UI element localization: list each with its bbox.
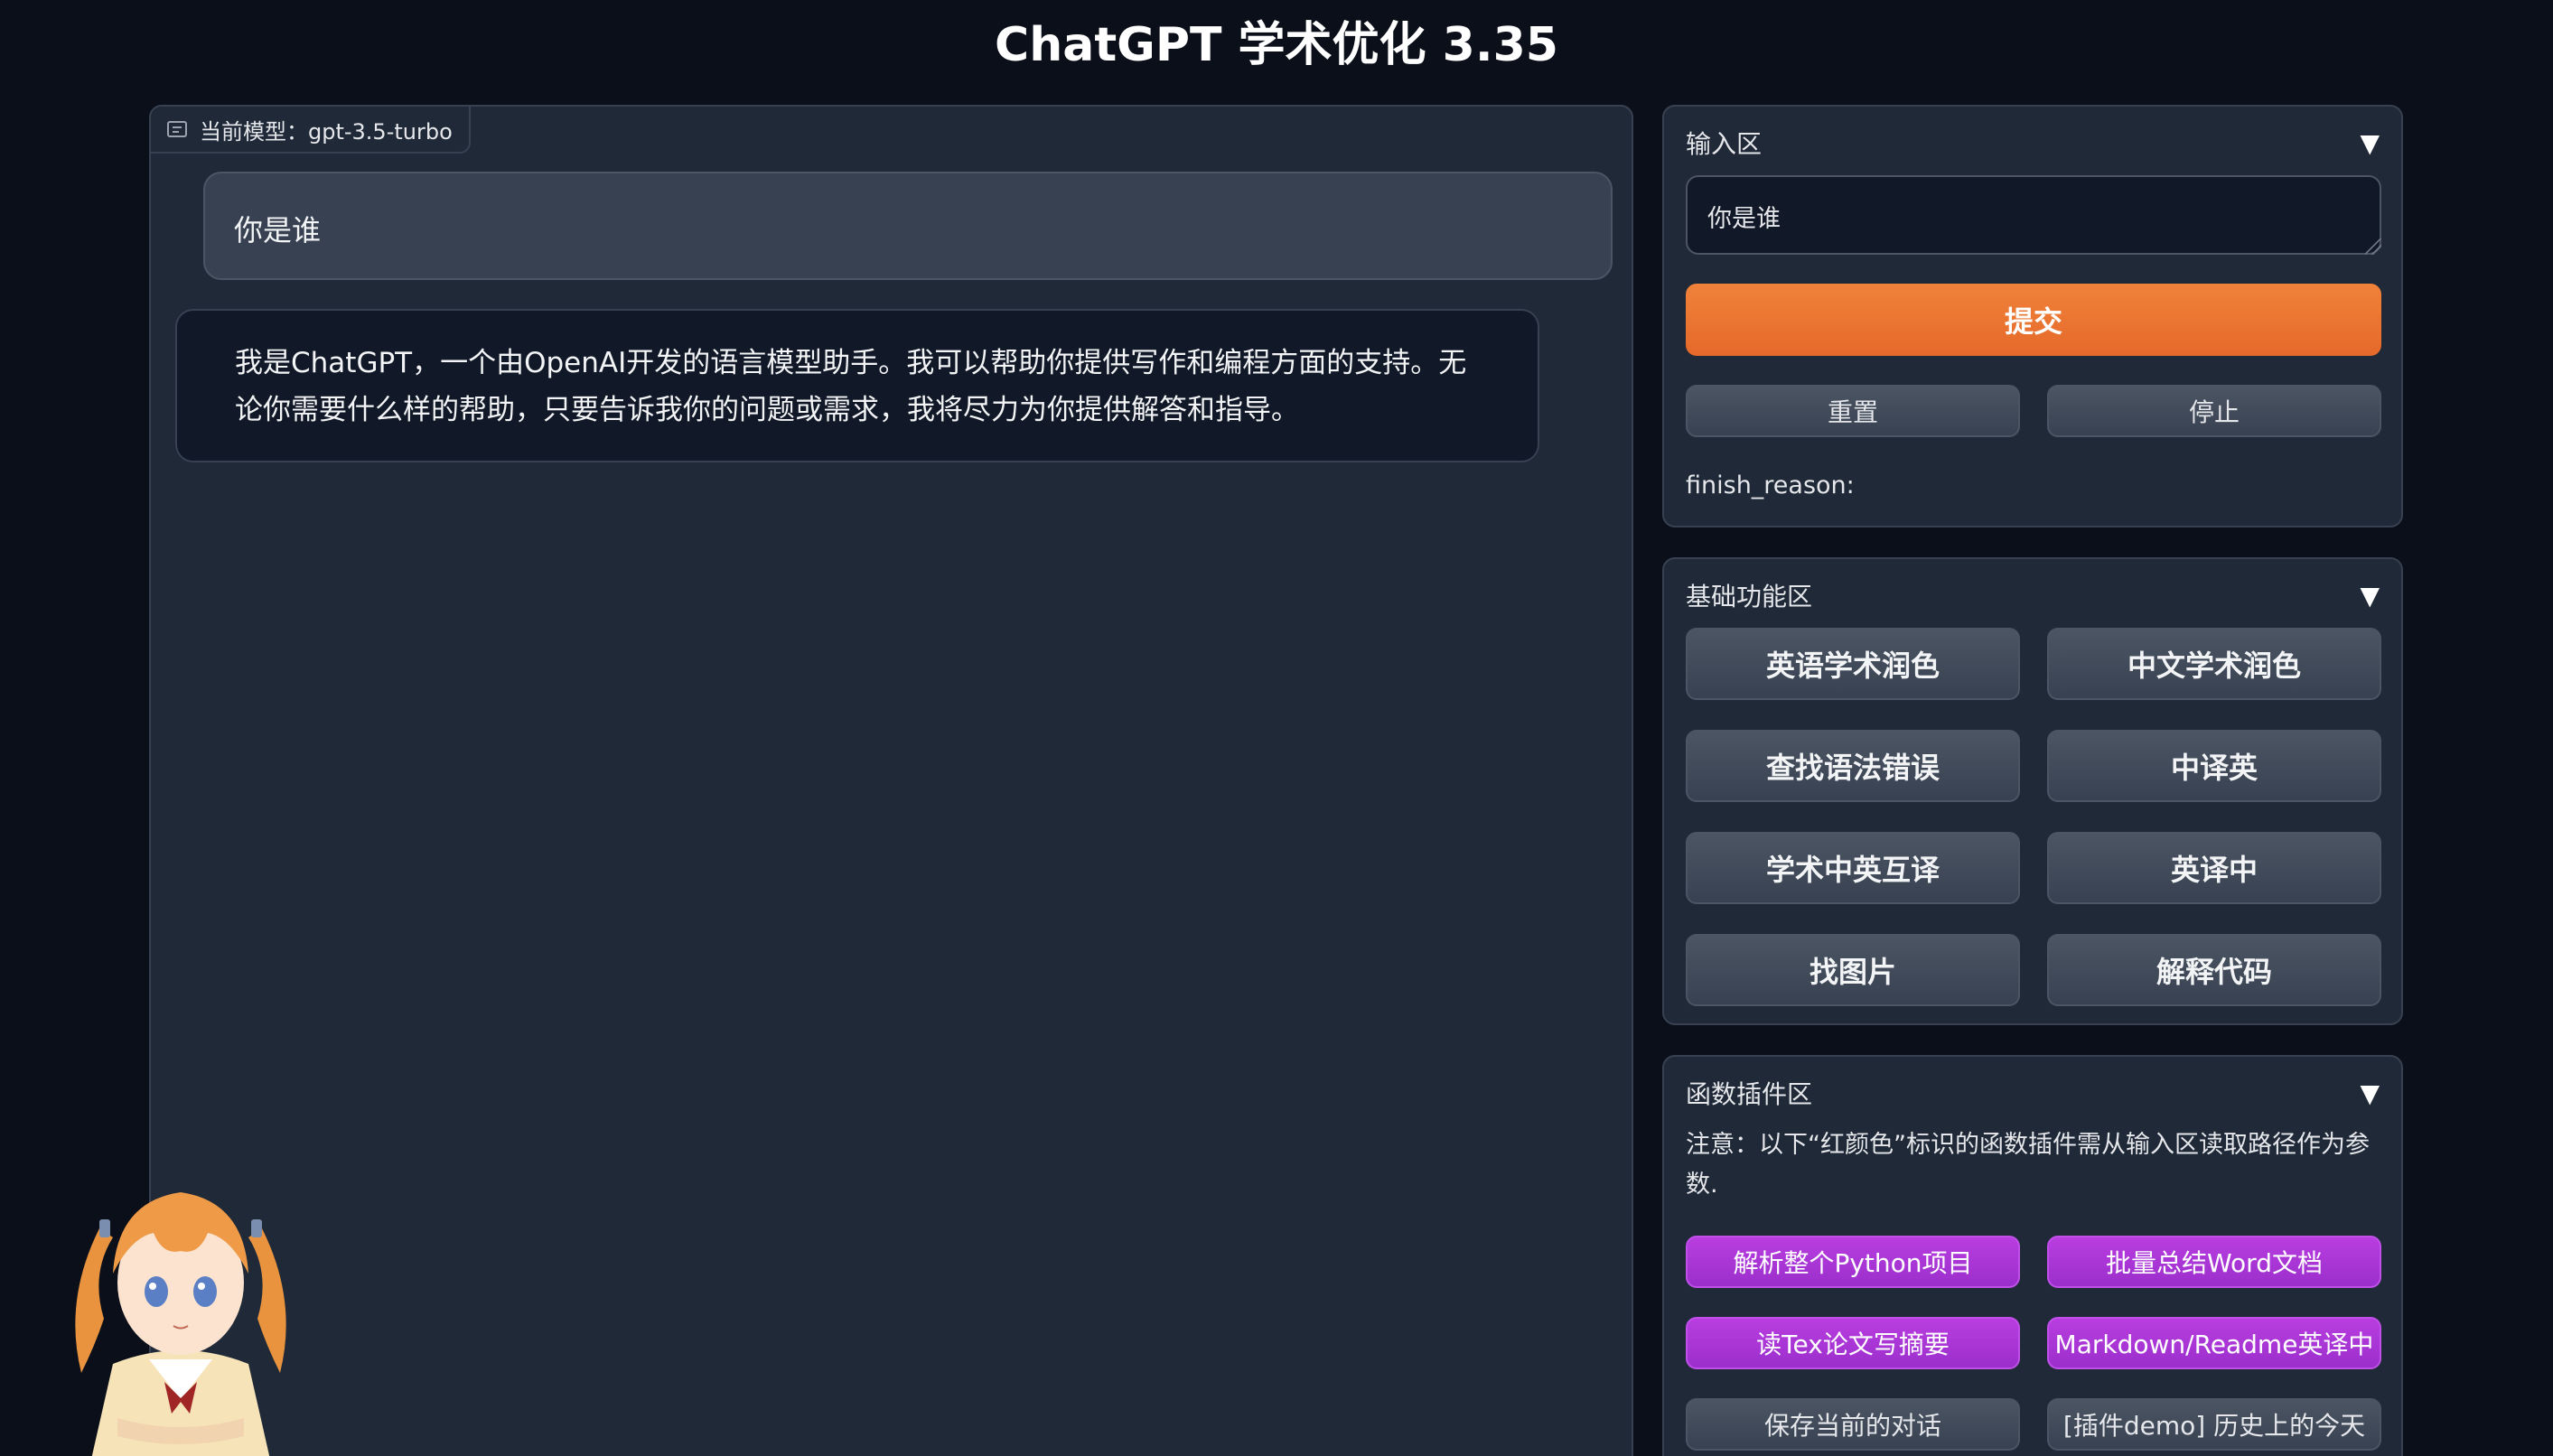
history-today-button[interactable]: [插件demo] 历史上的今天	[2047, 1398, 2381, 1451]
collapse-triangle-icon[interactable]: ▼	[2360, 128, 2380, 158]
model-label: 当前模型：gpt-3.5-turbo	[151, 107, 471, 154]
finish-reason: finish_reason:	[1686, 471, 1855, 499]
collapse-triangle-icon[interactable]: ▼	[2360, 1078, 2380, 1108]
find-image-button[interactable]: 找图片	[1686, 934, 2020, 1006]
parse-python-project-button[interactable]: 解析整个Python项目	[1686, 1236, 2020, 1288]
grammar-check-button[interactable]: 查找语法错误	[1686, 730, 2020, 802]
input-area-title: 输入区	[1686, 129, 1763, 159]
chat-bubble-icon	[167, 121, 187, 137]
input-area: 输入区 ▼ 你是谁 提交 重置 停止 finish_reason:	[1662, 105, 2403, 527]
plugin-area-header[interactable]: 函数插件区 ▼	[1686, 1075, 2380, 1111]
basic-function-area: 基础功能区 ▼ 英语学术润色 中文学术润色 查找语法错误 中译英 学术中英互译 …	[1662, 557, 2403, 1025]
read-tex-abstract-button[interactable]: 读Tex论文写摘要	[1686, 1317, 2020, 1369]
submit-button[interactable]: 提交	[1686, 284, 2381, 356]
plugin-area: 函数插件区 ▼ 注意：以下“红颜色”标识的函数插件需从输入区读取路径作为参数. …	[1662, 1055, 2403, 1456]
stop-button[interactable]: 停止	[2047, 385, 2381, 437]
avatar	[75, 1192, 286, 1456]
user-message: 你是谁	[203, 172, 1613, 280]
summarize-word-button[interactable]: 批量总结Word文档	[2047, 1236, 2381, 1288]
save-conversation-button[interactable]: 保存当前的对话	[1686, 1398, 2020, 1451]
collapse-triangle-icon[interactable]: ▼	[2360, 581, 2380, 611]
chat-panel[interactable]: 当前模型：gpt-3.5-turbo 你是谁 我是ChatGPT，一个由Open…	[149, 105, 1633, 1456]
explain-code-button[interactable]: 解释代码	[2047, 934, 2381, 1006]
prompt-input[interactable]: 你是谁	[1686, 175, 2381, 255]
resize-handle-icon[interactable]	[2365, 238, 2381, 255]
basic-area-title: 基础功能区	[1686, 582, 1813, 611]
model-label-text: 当前模型：gpt-3.5-turbo	[200, 118, 453, 145]
input-area-header[interactable]: 输入区 ▼	[1686, 125, 2380, 161]
plugin-note: 注意：以下“红颜色”标识的函数插件需从输入区读取路径作为参数.	[1686, 1131, 2370, 1199]
chinese-polish-button[interactable]: 中文学术润色	[2047, 628, 2381, 700]
assistant-message: 我是ChatGPT，一个由OpenAI开发的语言模型助手。我可以帮助你提供写作和…	[175, 309, 1539, 462]
reset-button[interactable]: 重置	[1686, 385, 2020, 437]
markdown-translate-button[interactable]: Markdown/Readme英译中	[2047, 1317, 2381, 1369]
plugin-area-title: 函数插件区	[1686, 1079, 1813, 1109]
english-polish-button[interactable]: 英语学术润色	[1686, 628, 2020, 700]
academic-translate-button[interactable]: 学术中英互译	[1686, 832, 2020, 904]
zh-to-en-button[interactable]: 中译英	[2047, 730, 2381, 802]
app-root: ChatGPT 学术优化 3.35 当前模型：gpt-3.5-turbo 你是谁…	[0, 0, 2553, 1456]
basic-area-header[interactable]: 基础功能区 ▼	[1686, 577, 2380, 613]
en-to-zh-button[interactable]: 英译中	[2047, 832, 2381, 904]
page-title: ChatGPT 学术优化 3.35	[995, 18, 1558, 72]
